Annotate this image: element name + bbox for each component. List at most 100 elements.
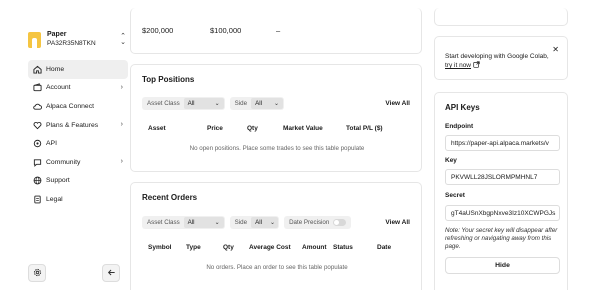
top-positions-card: Top Positions Asset Class All ⌄ Side All…	[130, 64, 422, 172]
endpoint-label: Endpoint	[445, 123, 474, 130]
chevron-down-icon: ⌄	[274, 101, 280, 107]
sidebar-item-community[interactable]: Community ›	[28, 153, 128, 172]
secret-label: Secret	[445, 192, 465, 199]
column-header[interactable]: Asset	[148, 125, 166, 132]
select-value: All	[255, 100, 262, 107]
chevron-right-icon: ›	[120, 83, 123, 91]
card-title: API Keys	[445, 103, 480, 112]
alpaca-logo	[28, 32, 41, 48]
secret-field[interactable]: gT4aUSnXbgpNxve3Iz10XCWPGJs	[445, 205, 560, 221]
sidebar-item-label: Legal	[46, 195, 63, 203]
positions-filters: Asset Class All ⌄ Side All ⌄	[142, 97, 289, 110]
asset-class-filter: Asset Class All ⌄	[142, 97, 225, 110]
column-header[interactable]: Symbol	[148, 244, 171, 251]
chevron-down-icon: ⌄	[214, 220, 220, 226]
hide-button[interactable]: Hide	[445, 257, 560, 274]
sidebar-item-label: Alpaca Connect	[46, 102, 94, 110]
gear-icon	[33, 268, 42, 279]
colab-text: Start developing with Google Colab, try …	[445, 52, 557, 71]
sidebar-item-home[interactable]: Home	[28, 60, 128, 79]
column-header[interactable]: Qty	[223, 244, 234, 251]
colab-message: Start developing with Google Colab,	[445, 53, 549, 60]
colab-banner: ✕ Start developing with Google Colab, tr…	[434, 36, 568, 80]
side-select[interactable]: All ⌄	[251, 217, 279, 228]
arrow-left-icon	[107, 268, 116, 279]
orders-filters: Asset Class All ⌄ Side All ⌄ Date Precis…	[142, 216, 356, 229]
chat-icon	[33, 158, 42, 167]
sidebar-item-label: Support	[46, 177, 70, 185]
summary-value-1: $200,000	[142, 26, 174, 35]
sidebar: Paper PA32R35N8TKN ⌃ ⌄ Home Account › Alp…	[20, 20, 128, 290]
select-value: All	[187, 219, 195, 226]
column-header[interactable]: Type	[186, 244, 201, 251]
document-icon	[33, 195, 42, 204]
wallet-icon	[33, 83, 42, 92]
account-switcher[interactable]: Paper PA32R35N8TKN ⌃ ⌄	[28, 30, 128, 50]
column-header[interactable]: Amount	[302, 244, 327, 251]
sidebar-item-alpaca-connect[interactable]: Alpaca Connect	[28, 97, 128, 116]
summary-value-3: –	[276, 26, 281, 35]
api-keys-card: API Keys Endpoint https://paper-api.alpa…	[434, 92, 568, 290]
external-link-icon	[473, 61, 480, 71]
sidebar-item-legal[interactable]: Legal	[28, 190, 128, 209]
collapse-sidebar-button[interactable]	[102, 264, 120, 282]
column-header[interactable]: Price	[207, 125, 223, 132]
sidebar-item-label: Plans & Features	[46, 121, 99, 129]
filter-label: Side	[234, 219, 248, 226]
chevron-up-down-icon: ⌃ ⌄	[120, 33, 126, 46]
colab-link[interactable]: try it now	[445, 62, 471, 69]
view-all-positions-link[interactable]: View All	[385, 100, 410, 107]
sidebar-item-label: Community	[46, 158, 81, 166]
column-header[interactable]: Market Value	[283, 125, 323, 132]
card-title: Recent Orders	[142, 193, 198, 202]
select-value: All	[255, 219, 262, 226]
chevron-down-icon: ⌄	[214, 101, 220, 107]
sidebar-item-plans-features[interactable]: Plans & Features ›	[28, 116, 128, 135]
cloud-icon	[33, 102, 42, 111]
filter-label: Date Precision	[289, 219, 330, 226]
sidebar-item-label: Account	[46, 84, 71, 92]
globe-icon	[33, 176, 42, 185]
sidebar-item-account[interactable]: Account ›	[28, 79, 128, 98]
column-header[interactable]: Status	[333, 244, 353, 251]
account-name: Paper	[47, 31, 67, 38]
filter-label: Asset Class	[147, 100, 180, 107]
key-field[interactable]: PKVWLL28JSLORMPMHNL7	[445, 169, 560, 185]
home-icon	[33, 65, 42, 74]
view-all-orders-link[interactable]: View All	[385, 219, 410, 226]
asset-class-select[interactable]: All ⌄	[183, 98, 224, 109]
chevron-right-icon: ›	[120, 157, 123, 165]
sidebar-item-label: Home	[46, 65, 65, 73]
empty-state-text: No open positions. Place some trades to …	[189, 145, 365, 152]
side-filter: Side All ⌄	[229, 216, 280, 229]
settings-button[interactable]	[28, 264, 46, 282]
column-header[interactable]: Date	[377, 244, 391, 251]
side-select[interactable]: All ⌄	[251, 98, 284, 109]
right-top-card	[434, 8, 568, 26]
column-header[interactable]: Total P/L ($)	[346, 125, 383, 132]
account-id: PA32R35N8TKN	[47, 40, 96, 47]
column-header[interactable]: Qty	[247, 125, 258, 132]
sidebar-item-label: API	[46, 140, 57, 148]
card-title: Top Positions	[142, 75, 195, 84]
account-summary-card: $200,000 $100,000 –	[130, 8, 422, 54]
key-label: Key	[445, 157, 457, 164]
empty-state-text: No orders. Place an order to see this ta…	[206, 264, 348, 271]
secret-note: Note: Your secret key will disappear aft…	[445, 227, 558, 250]
sidebar-nav: Home Account › Alpaca Connect Plans & Fe…	[28, 60, 128, 209]
endpoint-field[interactable]: https://paper-api.alpaca.markets/v	[445, 135, 560, 151]
heart-icon	[33, 121, 42, 130]
chevron-right-icon: ›	[120, 120, 123, 128]
date-precision-toggle[interactable]	[333, 219, 347, 226]
column-header[interactable]: Average Cost	[249, 244, 291, 251]
sidebar-item-api[interactable]: API	[28, 134, 128, 153]
summary-value-2: $100,000	[210, 26, 242, 35]
side-filter: Side All ⌄	[229, 97, 285, 110]
filter-label: Side	[234, 100, 248, 107]
sidebar-item-support[interactable]: Support	[28, 172, 128, 191]
chevron-down-icon: ⌄	[269, 220, 275, 226]
select-value: All	[187, 100, 195, 107]
asset-class-select[interactable]: All ⌄	[183, 217, 224, 228]
recent-orders-card: Recent Orders Asset Class All ⌄ Side All…	[130, 182, 422, 290]
api-icon	[33, 139, 42, 148]
